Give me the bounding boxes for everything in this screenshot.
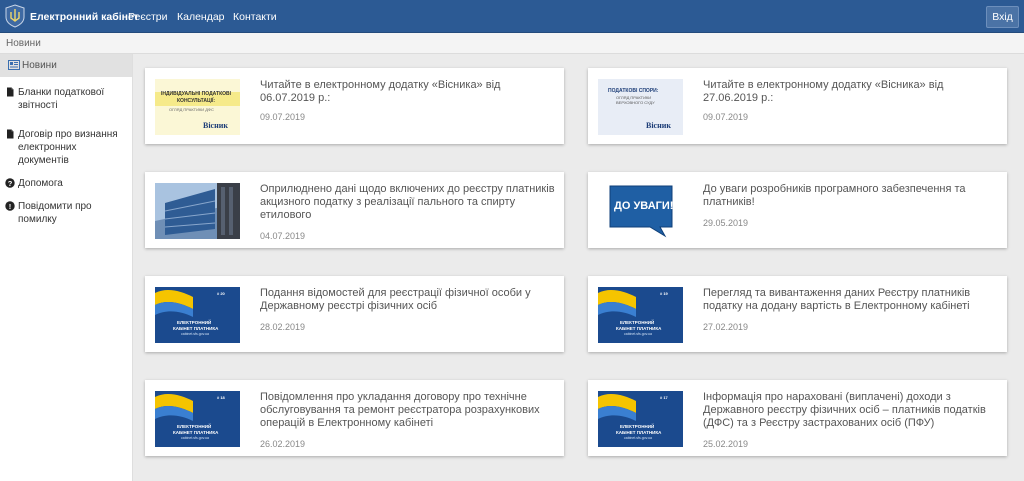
news-card[interactable]: ІНДИВІДУАЛЬНІ ПОДАТКОВІ КОНСУЛЬТАЦІЇ: ОГ…: [145, 68, 564, 144]
news-card[interactable]: Оприлюднено дані щодо включених до реєст…: [145, 172, 564, 248]
news-thumbnail: ІНДИВІДУАЛЬНІ ПОДАТКОВІ КОНСУЛЬТАЦІЇ: ОГ…: [155, 79, 240, 135]
news-date: 25.02.2019: [703, 439, 749, 449]
thumb-badge: # 20: [217, 291, 225, 296]
login-button[interactable]: Вхід: [986, 6, 1019, 28]
thumb-badge: # 19: [660, 291, 668, 296]
news-title[interactable]: Читайте в електронному додатку «Вісника»…: [260, 79, 556, 105]
thumb-caption: ІНДИВІДУАЛЬНІ ПОДАТКОВІ: [161, 91, 232, 97]
news-date: 09.07.2019: [260, 112, 306, 122]
news-title[interactable]: До уваги розробників програмного забезпе…: [703, 183, 999, 209]
sidebar-item-label: Бланки податкової звітності: [18, 87, 105, 111]
news-title[interactable]: Перегляд та вивантаження даних Реєстру п…: [703, 287, 999, 313]
thumb-caption: ПОДАТКОВІ СПОРИ:: [608, 88, 659, 94]
news-card[interactable]: ПОДАТКОВІ СПОРИ: ОГЛЯД ПРАКТИКИ ВЕРХОВНО…: [588, 68, 1007, 144]
news-date: 27.02.2019: [703, 322, 749, 332]
news-card[interactable]: # 19 ЕЛЕКТРОННИЙ КАБІНЕТ ПЛАТНИКА cabine…: [588, 276, 1007, 352]
news-card[interactable]: # 18 ЕЛЕКТРОННИЙ КАБІНЕТ ПЛАТНИКА cabine…: [145, 380, 564, 456]
news-title[interactable]: Оприлюднено дані щодо включених до реєст…: [260, 183, 556, 222]
nav-registers[interactable]: Реєстри: [128, 11, 168, 23]
news-card[interactable]: # 20 ЕЛЕКТРОННИЙ КАБІНЕТ ПЛАТНИКА cabine…: [145, 276, 564, 352]
thumb-caption: КОНСУЛЬТАЦІЇ:: [177, 98, 216, 104]
svg-text:!: !: [9, 202, 12, 211]
news-grid: ІНДИВІДУАЛЬНІ ПОДАТКОВІ КОНСУЛЬТАЦІЇ: ОГ…: [145, 68, 1015, 481]
thumb-caption: cabinet.sfs.gov.ua: [181, 436, 209, 440]
sidebar-item-help[interactable]: ? Допомога: [0, 174, 132, 193]
news-title[interactable]: Повідомлення про укладання договору про …: [260, 391, 556, 430]
sidebar-item-label: Допомога: [18, 178, 63, 189]
news-title[interactable]: Читайте в електронному додатку «Вісника»…: [703, 79, 999, 105]
thumb-caption: cabinet.sfs.gov.ua: [624, 332, 652, 336]
news-date: 04.07.2019: [260, 231, 306, 241]
thumb-caption: ЕЛЕКТРОННИЙ: [620, 320, 655, 325]
breadcrumb: Новини: [0, 33, 1024, 54]
thumb-caption: ВЕРХОВНОГО СУДУ: [616, 100, 655, 105]
sidebar: Новини Бланки податкової звітності Догов…: [0, 54, 133, 481]
thumb-caption: ЕЛЕКТРОННИЙ: [177, 320, 212, 325]
thumb-caption: КАБІНЕТ ПЛАТНИКА: [173, 326, 219, 331]
brand-title[interactable]: Електронний кабінет: [30, 11, 139, 23]
thumb-caption: cabinet.sfs.gov.ua: [181, 332, 209, 336]
sidebar-item-edoc-agreement[interactable]: Договір про визнання електронних докумен…: [0, 125, 132, 170]
news-date: 29.05.2019: [703, 218, 749, 228]
thumb-caption: КАБІНЕТ ПЛАТНИКА: [173, 430, 219, 435]
sidebar-item-label: Новини: [22, 60, 57, 71]
sidebar-item-label: Договір про визнання електронних докумен…: [18, 129, 118, 166]
thumb-caption: КАБІНЕТ ПЛАТНИКА: [616, 326, 662, 331]
vysnyk-logo: Вісник: [203, 121, 228, 130]
news-title[interactable]: Інформація про нараховані (виплачені) до…: [703, 391, 999, 430]
info-icon: !: [5, 201, 15, 211]
news-title[interactable]: Подання відомостей для реєстрації фізичн…: [260, 287, 556, 313]
nav-contacts[interactable]: Контакти: [233, 11, 277, 23]
document-icon: [7, 87, 14, 97]
news-card[interactable]: # 17 ЕЛЕКТРОННИЙ КАБІНЕТ ПЛАТНИКА cabine…: [588, 380, 1007, 456]
sidebar-item-news[interactable]: Новини: [0, 54, 132, 77]
sidebar-item-label: Повідомити про помилку: [18, 201, 92, 225]
thumb-caption: ОГЛЯД ПРАКТИКИ ДФС: [169, 107, 214, 112]
news-thumbnail: ДО УВАГИ!: [598, 183, 683, 239]
nav-calendar[interactable]: Календар: [177, 11, 225, 23]
document-icon: [7, 129, 14, 139]
thumb-caption: cabinet.sfs.gov.ua: [624, 436, 652, 440]
svg-text:?: ?: [8, 179, 13, 188]
thumb-caption: ЕЛЕКТРОННИЙ: [620, 424, 655, 429]
vysnyk-logo: Вісник: [646, 121, 671, 130]
news-date: 28.02.2019: [260, 322, 306, 332]
attention-text: ДО УВАГИ!: [614, 200, 674, 212]
news-date: 26.02.2019: [260, 439, 306, 449]
thumb-caption: ЕЛЕКТРОННИЙ: [177, 424, 212, 429]
sidebar-item-report-error[interactable]: ! Повідомити про помилку: [0, 197, 132, 229]
question-icon: ?: [5, 178, 15, 188]
news-thumbnail: ПОДАТКОВІ СПОРИ: ОГЛЯД ПРАКТИКИ ВЕРХОВНО…: [598, 79, 683, 135]
news-thumbnail: # 18 ЕЛЕКТРОННИЙ КАБІНЕТ ПЛАТНИКА cabine…: [155, 391, 240, 447]
breadcrumb-current: Новини: [6, 38, 41, 49]
news-thumbnail: # 20 ЕЛЕКТРОННИЙ КАБІНЕТ ПЛАТНИКА cabine…: [155, 287, 240, 343]
news-thumbnail: # 17 ЕЛЕКТРОННИЙ КАБІНЕТ ПЛАТНИКА cabine…: [598, 391, 683, 447]
sidebar-item-report-forms[interactable]: Бланки податкової звітності: [0, 83, 132, 115]
news-card[interactable]: ДО УВАГИ! До уваги розробників програмно…: [588, 172, 1007, 248]
building-photo-icon: [155, 183, 240, 239]
news-thumbnail: [155, 183, 240, 239]
emblem-logo-icon[interactable]: [4, 4, 26, 28]
thumb-badge: # 17: [660, 395, 668, 400]
top-navbar: Електронний кабінет Реєстри Календар Кон…: [0, 0, 1024, 33]
thumb-badge: # 18: [217, 395, 225, 400]
newspaper-icon: [8, 60, 20, 70]
thumb-caption: КАБІНЕТ ПЛАТНИКА: [616, 430, 662, 435]
news-thumbnail: # 19 ЕЛЕКТРОННИЙ КАБІНЕТ ПЛАТНИКА cabine…: [598, 287, 683, 343]
news-date: 09.07.2019: [703, 112, 749, 122]
